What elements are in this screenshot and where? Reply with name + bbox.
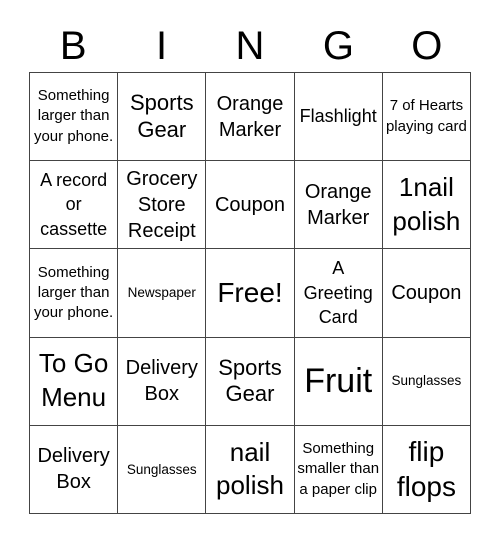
free-space[interactable]: Free! — [206, 249, 295, 338]
bingo-cell[interactable]: Coupon — [206, 161, 295, 250]
bingo-grid: Something larger than your phone. Sports… — [29, 72, 471, 514]
bingo-cell[interactable]: Orange Marker — [206, 73, 295, 162]
bingo-cell[interactable]: A Greeting Card — [294, 249, 383, 338]
bingo-cell[interactable]: Delivery Box — [30, 425, 119, 514]
bingo-cell[interactable]: Grocery Store Receipt — [118, 161, 207, 250]
bingo-cell[interactable]: To Go Menu — [30, 337, 119, 426]
bingo-cell[interactable]: Something smaller than a paper clip — [294, 425, 383, 514]
bingo-cell[interactable]: 7 of Hearts playing card — [382, 73, 471, 162]
header-letter-n: N — [235, 24, 265, 68]
bingo-cell[interactable]: Something larger than your phone. — [30, 249, 119, 338]
header-letter-i: I — [156, 24, 168, 68]
bingo-cell[interactable]: Newspaper — [118, 249, 207, 338]
bingo-header: B I N G O — [29, 20, 471, 72]
bingo-cell[interactable]: A record or cassette — [30, 161, 119, 250]
bingo-cell[interactable]: Something larger than your phone. — [30, 73, 119, 162]
header-letter-g: G — [322, 24, 354, 68]
bingo-cell[interactable]: Coupon — [382, 249, 471, 338]
header-letter-b: B — [59, 24, 87, 68]
bingo-cell[interactable]: Orange Marker — [294, 161, 383, 250]
bingo-cell[interactable]: Fruit — [294, 337, 383, 426]
bingo-cell[interactable]: nail polish — [206, 425, 295, 514]
bingo-cell[interactable]: Sunglasses — [118, 425, 207, 514]
bingo-cell[interactable]: flip flops — [382, 425, 471, 514]
bingo-cell[interactable]: Sports Gear — [118, 73, 207, 162]
bingo-cell[interactable]: Sports Gear — [206, 337, 295, 426]
bingo-cell[interactable]: Sunglasses — [382, 337, 471, 426]
bingo-cell[interactable]: Flashlight — [294, 73, 383, 162]
header-letter-o: O — [411, 24, 443, 68]
bingo-cell[interactable]: 1nail polish — [382, 161, 471, 250]
bingo-cell[interactable]: Delivery Box — [118, 337, 207, 426]
